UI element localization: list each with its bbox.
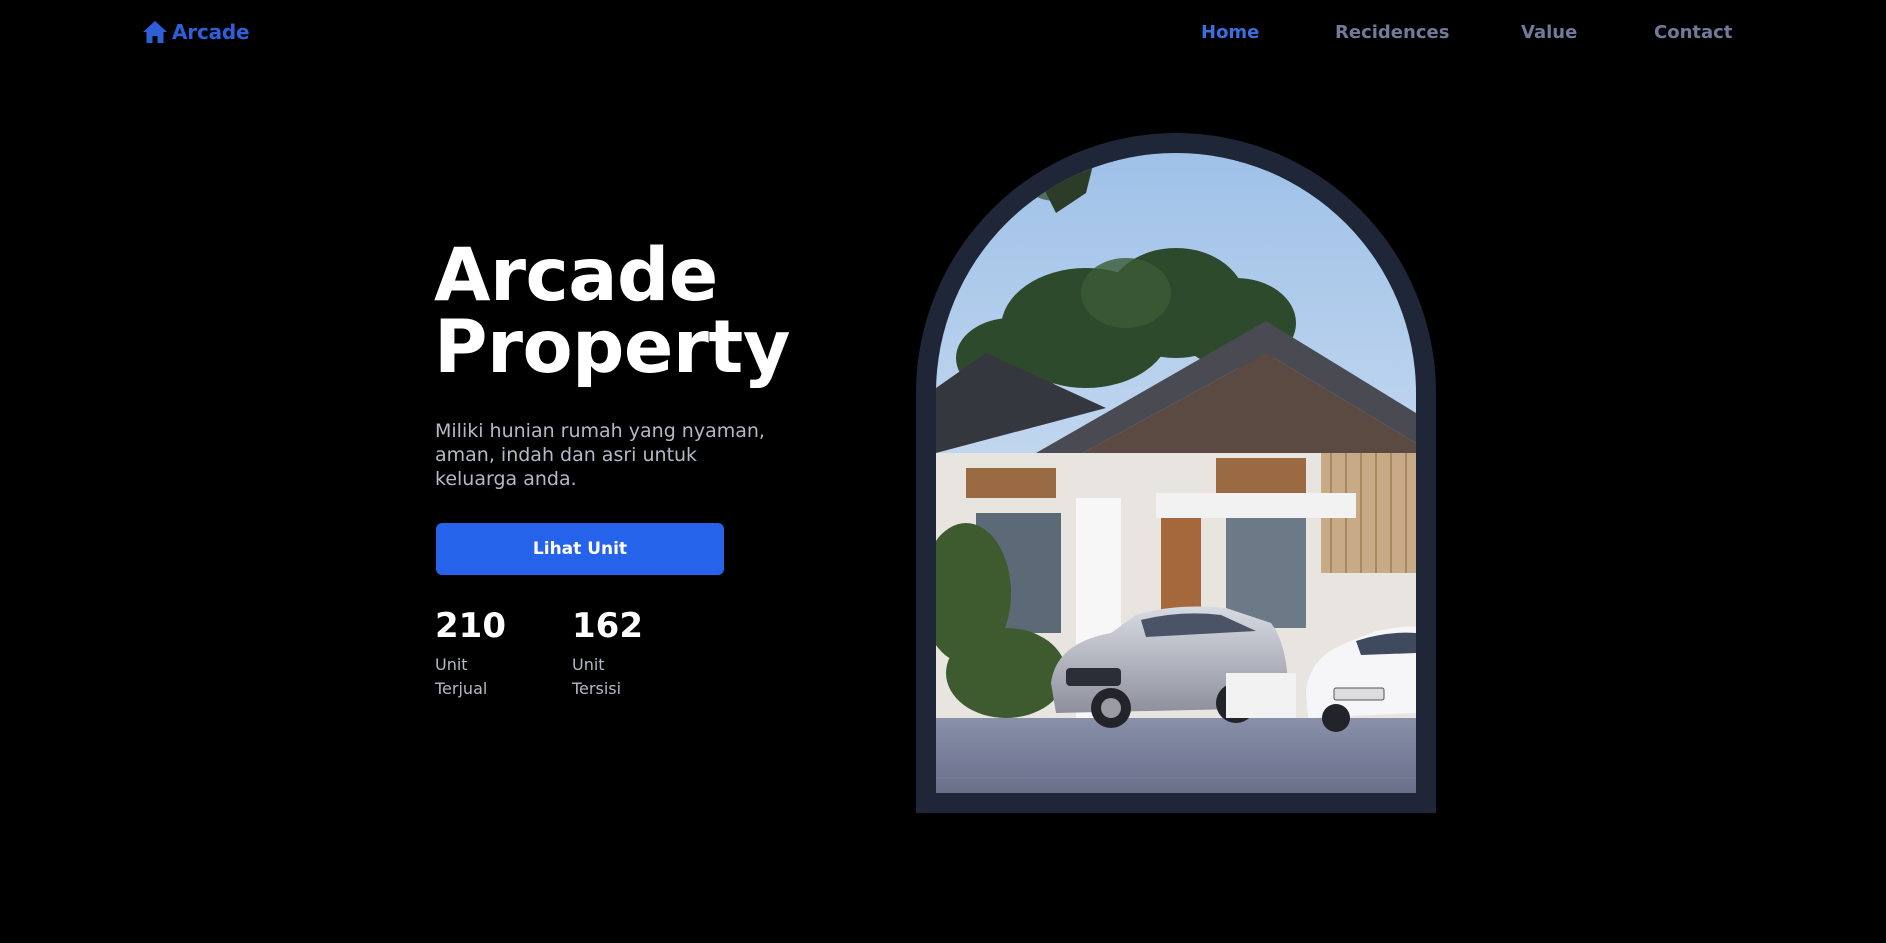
stat-label-line2: Tersisi	[572, 679, 622, 698]
stat-label-line1: Unit	[572, 655, 605, 674]
stat-number: 162	[572, 606, 643, 646]
nav-contact[interactable]: Contact	[1654, 22, 1732, 43]
hero-title-line1: Arcade	[434, 233, 718, 318]
nav-recidences[interactable]: Recidences	[1335, 22, 1449, 43]
main-nav: Home Recidences Value Contact	[0, 22, 1886, 46]
landing-page: Arcade Home Recidences Value Contact Arc…	[0, 0, 1886, 943]
hero-title: Arcade Property	[434, 233, 790, 390]
hero-image	[936, 153, 1416, 793]
stat-label: Unit Terjual	[435, 653, 506, 701]
stat-sold: 210 Unit Terjual	[435, 605, 506, 701]
nav-home[interactable]: Home	[1201, 22, 1259, 43]
hero-description: Miliki hunian rumah yang nyaman, aman, i…	[435, 420, 765, 490]
hero-image-frame	[916, 133, 1436, 813]
stat-label: Unit Tersisi	[572, 653, 643, 701]
stat-remaining: 162 Unit Tersisi	[572, 605, 643, 701]
stat-label-line2: Terjual	[435, 679, 488, 698]
view-units-button[interactable]: Lihat Unit	[436, 523, 724, 575]
nav-value[interactable]: Value	[1521, 22, 1577, 43]
stat-number: 210	[435, 606, 506, 646]
hero-title-line2: Property	[434, 305, 790, 390]
stat-label-line1: Unit	[435, 655, 468, 674]
